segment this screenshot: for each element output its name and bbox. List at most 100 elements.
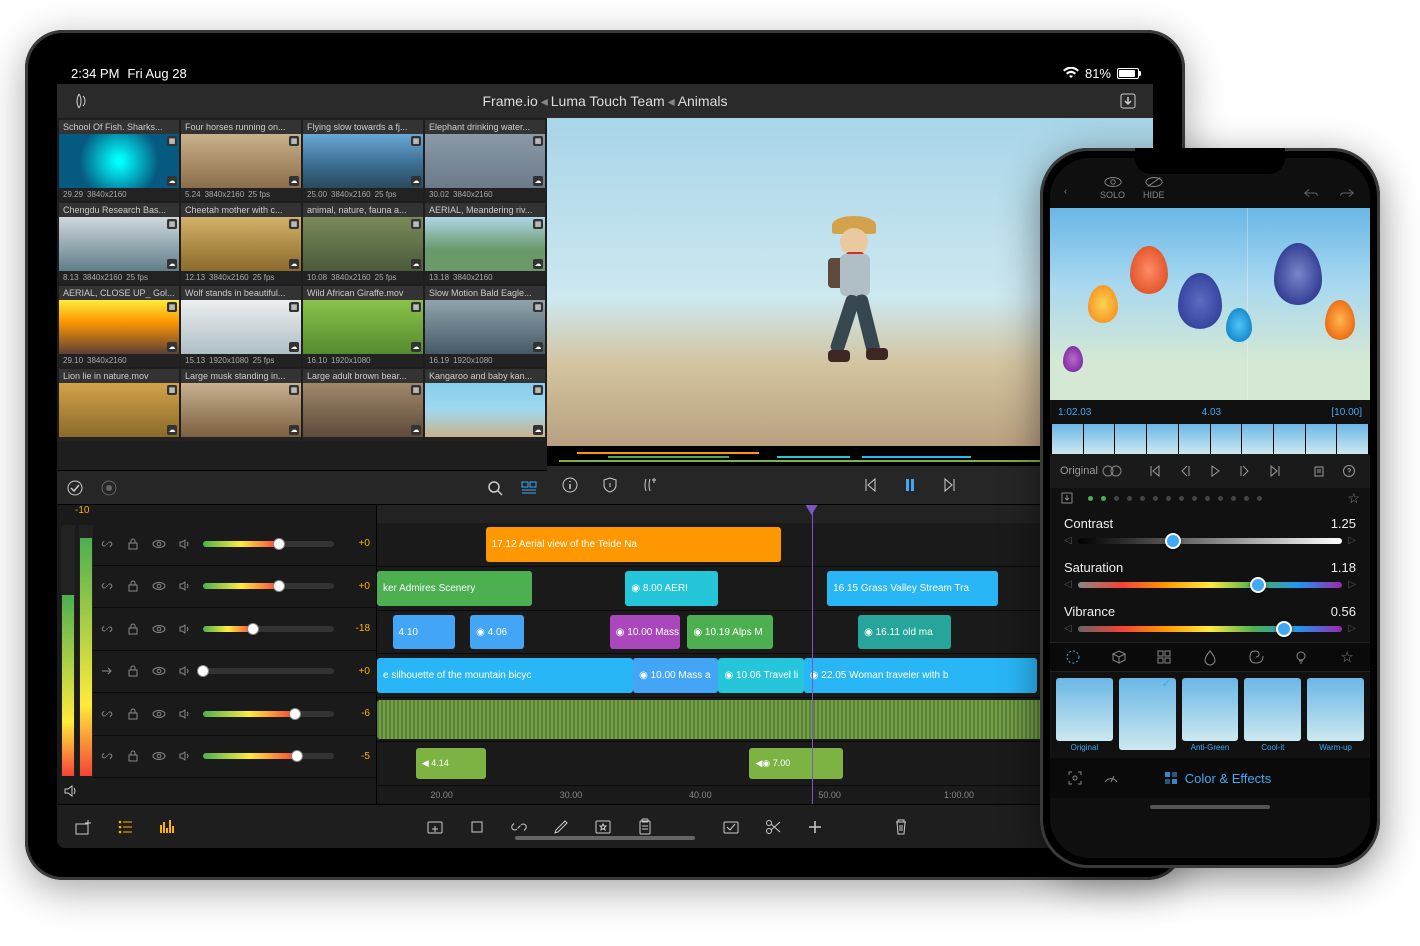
timeline-clip[interactable]: ◉ 22.05 Woman traveler with b xyxy=(804,658,1037,693)
slider-inc-icon[interactable]: ▷ xyxy=(1348,535,1356,546)
fx-grid-icon[interactable] xyxy=(1152,645,1176,669)
preset-item[interactable] xyxy=(1119,678,1176,752)
fx-star-icon[interactable]: ☆ xyxy=(1335,645,1359,669)
slider-dec-icon[interactable]: ◁ xyxy=(1064,579,1072,590)
timeline-track[interactable]: e silhouette of the mountain bicyc◉ 10.0… xyxy=(377,654,1153,698)
preset-item[interactable]: Original xyxy=(1056,678,1113,752)
library-clip[interactable]: Wolf stands in beautiful... ▦☁ 15.131920… xyxy=(181,286,301,367)
library-clip[interactable]: Cheetah mother with c... ▦☁ 12.133840x21… xyxy=(181,203,301,284)
timeline-clip[interactable]: ◉ 16.11 old ma xyxy=(858,615,951,650)
timeline-clip[interactable]: ◉ 10.19 Alps M xyxy=(687,615,772,650)
view-mode-icon[interactable] xyxy=(517,476,541,500)
trash-icon[interactable] xyxy=(887,813,915,841)
library-clip[interactable]: Four horses running on... ▦☁ 5.243840x21… xyxy=(181,120,301,201)
timeline[interactable]: 53.07 17.12 Aerial view of the Teide Nak… xyxy=(377,505,1153,804)
slider-dec-icon[interactable]: ◁ xyxy=(1064,623,1072,634)
track-link-icon[interactable] xyxy=(99,536,115,552)
clipboard-icon[interactable] xyxy=(1308,460,1330,482)
star-icon[interactable]: ☆ xyxy=(1347,490,1360,507)
info-icon[interactable] xyxy=(557,472,583,498)
clip-thumbnail[interactable]: ▦☁ xyxy=(181,300,301,354)
library-clip[interactable]: AERIAL, Meandering riv... ▦☁ 13.183840x2… xyxy=(425,203,545,284)
gauge-icon[interactable] xyxy=(1100,767,1122,789)
clip-thumbnail[interactable]: ▦☁ xyxy=(59,300,179,354)
timeline-clip[interactable]: ◉ 8.00 AERI xyxy=(625,571,718,606)
library-clip[interactable]: Chengdu Research Bas... ▦☁ 8.133840x2160… xyxy=(59,203,179,284)
split-divider[interactable] xyxy=(1247,208,1248,400)
crumb-0[interactable]: Frame.io xyxy=(483,93,538,109)
track-volume-slider[interactable] xyxy=(203,626,334,632)
clip-thumbnail[interactable]: ▦☁ xyxy=(425,134,545,188)
timeline-clip[interactable]: 16.15 Grass Valley Stream Tra xyxy=(827,571,998,606)
clip-thumbnail[interactable]: ▦☁ xyxy=(181,383,301,437)
library-clip[interactable]: AERIAL, CLOSE UP_ Gol... ▦☁ 29.103840x21… xyxy=(59,286,179,367)
timeline-clip[interactable]: 4.10 xyxy=(393,615,455,650)
goto-end-icon[interactable] xyxy=(1264,460,1286,482)
track-volume-slider[interactable] xyxy=(203,753,334,759)
slider-inc-icon[interactable]: ▷ xyxy=(1348,623,1356,634)
search-icon[interactable] xyxy=(483,476,507,500)
master-volume-icon[interactable] xyxy=(63,783,79,799)
timeline-clip[interactable]: 17.12 Aerial view of the Teide Na xyxy=(486,527,781,562)
redo-icon[interactable] xyxy=(1338,186,1356,200)
timeline-clip[interactable]: ◉ 4.06 xyxy=(470,615,524,650)
record-icon[interactable] xyxy=(97,476,121,500)
track-lock-icon[interactable] xyxy=(125,748,141,764)
timeline-track[interactable]: ◀ 4.14 ◀◉ 7.00 xyxy=(377,742,1153,786)
track-lock-icon[interactable] xyxy=(125,706,141,722)
timeline-track[interactable] xyxy=(377,698,1153,742)
fx-drop-icon[interactable] xyxy=(1198,645,1222,669)
library-clip[interactable]: Kangaroo and baby kan... ▦☁ xyxy=(425,369,545,441)
timeline-ruler[interactable] xyxy=(377,505,1153,523)
track-visibility-icon[interactable] xyxy=(151,536,167,552)
color-effects-button[interactable]: Color & Effects xyxy=(1136,770,1298,786)
library-clip[interactable]: School Of Fish. Sharks... ▦☁ 29.293840x2… xyxy=(59,120,179,201)
iphone-home-indicator[interactable] xyxy=(1050,798,1370,816)
timeline-clip[interactable]: ker Admires Scenery xyxy=(377,571,532,606)
preset-item[interactable]: Warm-up xyxy=(1307,678,1364,752)
checkbox-icon[interactable] xyxy=(717,813,745,841)
keyframe-dots[interactable]: ☆ xyxy=(1050,488,1370,508)
track-visibility-icon[interactable] xyxy=(151,663,167,679)
library-clip[interactable]: Slow Motion Bald Eagle... ▦☁ 16.191920x1… xyxy=(425,286,545,367)
library-clip[interactable]: Large adult brown bear... ▦☁ xyxy=(303,369,423,441)
track-lock-icon[interactable] xyxy=(125,621,141,637)
clip-thumbnail[interactable]: ▦☁ xyxy=(425,383,545,437)
timeline-clip[interactable]: ◀◉ 7.00 xyxy=(749,748,842,779)
clip-thumbnail[interactable]: ▦☁ xyxy=(425,300,545,354)
track-link-icon[interactable] xyxy=(99,621,115,637)
track-lock-icon[interactable] xyxy=(125,663,141,679)
preset-item[interactable]: Cool-it xyxy=(1244,678,1301,752)
track-link-icon[interactable] xyxy=(99,663,115,679)
add-track-icon[interactable] xyxy=(69,813,97,841)
hide-icon[interactable]: HIDE xyxy=(1143,175,1165,200)
track-visibility-icon[interactable] xyxy=(151,578,167,594)
fx-cube-icon[interactable] xyxy=(1107,645,1131,669)
shield-icon[interactable] xyxy=(597,472,623,498)
fx-bulb-icon[interactable] xyxy=(1289,645,1313,669)
track-lock-icon[interactable] xyxy=(125,578,141,594)
track-volume-slider[interactable] xyxy=(203,583,334,589)
track-volume-slider[interactable] xyxy=(203,541,334,547)
crumb-2[interactable]: Animals xyxy=(678,93,728,109)
filmstrip[interactable] xyxy=(1050,424,1370,454)
crop-icon[interactable] xyxy=(463,813,491,841)
import-icon[interactable] xyxy=(421,813,449,841)
track-mute-icon[interactable] xyxy=(177,706,193,722)
track-link-icon[interactable] xyxy=(99,578,115,594)
clip-thumbnail[interactable]: ▦☁ xyxy=(181,134,301,188)
library-clip[interactable]: Lion lie in nature.mov ▦☁ xyxy=(59,369,179,441)
slider-track[interactable] xyxy=(1078,538,1343,544)
timeline-clip[interactable]: ◀ 4.14 xyxy=(416,748,486,779)
track-volume-slider[interactable] xyxy=(203,668,334,674)
fx-spiral-icon[interactable] xyxy=(1244,645,1268,669)
iphone-preview[interactable] xyxy=(1050,208,1370,400)
timeline-playhead[interactable] xyxy=(812,505,813,804)
track-lock-icon[interactable] xyxy=(125,536,141,552)
fx-color-icon[interactable] xyxy=(1061,645,1085,669)
track-mute-icon[interactable] xyxy=(177,748,193,764)
track-mute-icon[interactable] xyxy=(177,621,193,637)
timeline-track[interactable]: ker Admires Scenery ◉ 8.00 AERI 16.15 Gras… xyxy=(377,567,1153,611)
undo-icon[interactable] xyxy=(1302,186,1320,200)
pause-icon[interactable] xyxy=(897,472,923,498)
